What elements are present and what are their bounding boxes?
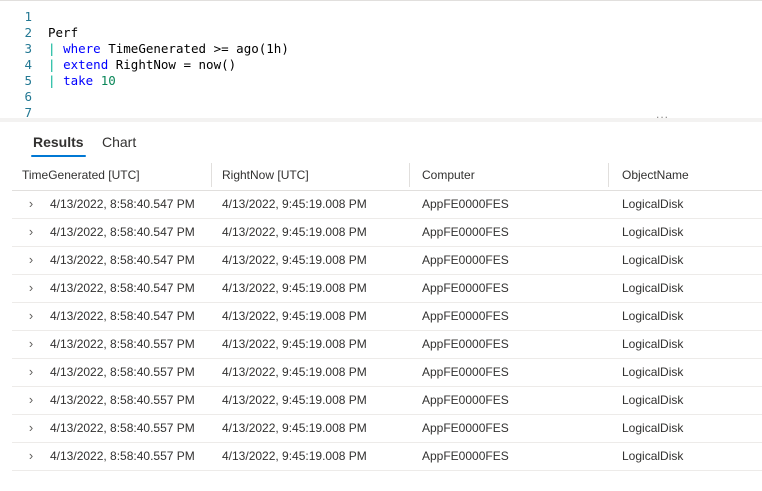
cell-computer: AppFE0000FES (422, 253, 509, 267)
code-token: | (48, 57, 64, 72)
query-editor[interactable]: 1 2 Perf 3 | where TimeGenerated >= ago(1h) 4… (0, 0, 762, 120)
cell-timegenerated: 4/13/2022, 8:58:40.557 PM (50, 393, 195, 407)
column-divider[interactable] (608, 163, 609, 187)
cell-timegenerated: 4/13/2022, 8:58:40.547 PM (50, 197, 195, 211)
cell-objectname: LogicalDisk (622, 197, 684, 211)
cell-computer: AppFE0000FES (422, 449, 509, 463)
table-row[interactable]: › 4/13/2022, 8:58:40.557 PM 4/13/2022, 9:4… (12, 387, 762, 415)
more-options-icon[interactable]: ... (656, 108, 669, 120)
chevron-right-icon[interactable]: › (24, 191, 38, 218)
cell-computer: AppFE0000FES (422, 421, 509, 435)
cell-rightnow: 4/13/2022, 9:45:19.008 PM (222, 393, 367, 407)
line-number: 6 (24, 89, 32, 104)
cell-computer: AppFE0000FES (422, 281, 509, 295)
cell-computer: AppFE0000FES (422, 365, 509, 379)
cell-objectname: LogicalDisk (622, 393, 684, 407)
cell-timegenerated: 4/13/2022, 8:58:40.547 PM (50, 281, 195, 295)
table-row[interactable]: › 4/13/2022, 8:58:40.547 PM 4/13/2022, 9:4… (12, 191, 762, 219)
cell-rightnow: 4/13/2022, 9:45:19.008 PM (222, 281, 367, 295)
code-text: | extend RightNow = now() (48, 57, 236, 73)
line-number: 3 (24, 41, 32, 56)
table-row[interactable]: › 4/13/2022, 8:58:40.547 PM 4/13/2022, 9:4… (12, 219, 762, 247)
cell-rightnow: 4/13/2022, 9:45:19.008 PM (222, 197, 367, 211)
cell-rightnow: 4/13/2022, 9:45:19.008 PM (222, 449, 367, 463)
cell-rightnow: 4/13/2022, 9:45:19.008 PM (222, 421, 367, 435)
table-row[interactable]: › 4/13/2022, 8:58:40.547 PM 4/13/2022, 9:4… (12, 275, 762, 303)
code-token: | (48, 41, 64, 56)
editor-splitter[interactable] (0, 118, 762, 122)
results-grid: TimeGenerated [UTC] RightNow [UTC] Compu… (12, 160, 762, 471)
cell-objectname: LogicalDisk (622, 337, 684, 351)
code-token: extend (63, 57, 109, 72)
cell-objectname: LogicalDisk (622, 253, 684, 267)
grid-body: › 4/13/2022, 8:58:40.547 PM 4/13/2022, 9:4… (12, 191, 762, 471)
chevron-right-icon[interactable]: › (24, 443, 38, 470)
cell-rightnow: 4/13/2022, 9:45:19.008 PM (222, 337, 367, 351)
code-token: RightNow = now() (108, 57, 237, 72)
cell-rightnow: 4/13/2022, 9:45:19.008 PM (222, 225, 367, 239)
line-number: 5 (24, 73, 32, 88)
cell-rightnow: 4/13/2022, 9:45:19.008 PM (222, 365, 367, 379)
cell-rightnow: 4/13/2022, 9:45:19.008 PM (222, 309, 367, 323)
cell-objectname: LogicalDisk (622, 225, 684, 239)
code-text: Perf (48, 25, 78, 41)
cell-computer: AppFE0000FES (422, 337, 509, 351)
code-token: Perf (48, 25, 79, 40)
chevron-right-icon[interactable]: › (24, 219, 38, 246)
code-token: where (63, 41, 101, 56)
code-token: TimeGenerated >= ago(1h) (100, 41, 289, 56)
chevron-right-icon[interactable]: › (24, 275, 38, 302)
line-number: 2 (24, 25, 32, 40)
table-row[interactable]: › 4/13/2022, 8:58:40.557 PM 4/13/2022, 9:4… (12, 443, 762, 471)
cell-timegenerated: 4/13/2022, 8:58:40.557 PM (50, 365, 195, 379)
cell-timegenerated: 4/13/2022, 8:58:40.547 PM (50, 225, 195, 239)
code-text: | where TimeGenerated >= ago(1h) (48, 41, 289, 57)
tab-results[interactable]: Results (31, 128, 86, 157)
chevron-right-icon[interactable]: › (24, 331, 38, 358)
cell-timegenerated: 4/13/2022, 8:58:40.557 PM (50, 337, 195, 351)
cell-timegenerated: 4/13/2022, 8:58:40.557 PM (50, 449, 195, 463)
chevron-right-icon[interactable]: › (24, 247, 38, 274)
code-token: | (48, 73, 64, 88)
table-row[interactable]: › 4/13/2022, 8:58:40.547 PM 4/13/2022, 9:4… (12, 247, 762, 275)
chevron-right-icon[interactable]: › (24, 303, 38, 330)
grid-header: TimeGenerated [UTC] RightNow [UTC] Compu… (12, 160, 762, 191)
column-header-rightnow[interactable]: RightNow [UTC] (212, 160, 412, 190)
cell-computer: AppFE0000FES (422, 309, 509, 323)
column-header-objectname[interactable]: ObjectName (612, 160, 762, 190)
chevron-right-icon[interactable]: › (24, 359, 38, 386)
cell-computer: AppFE0000FES (422, 197, 509, 211)
cell-timegenerated: 4/13/2022, 8:58:40.547 PM (50, 253, 195, 267)
line-number: 1 (24, 9, 32, 24)
column-header-computer[interactable]: Computer (412, 160, 612, 190)
chevron-right-icon[interactable]: › (24, 387, 38, 414)
column-divider[interactable] (409, 163, 410, 187)
tab-chart[interactable]: Chart (102, 128, 136, 156)
cell-timegenerated: 4/13/2022, 8:58:40.547 PM (50, 309, 195, 323)
code-text: | take 10 (48, 73, 116, 89)
cell-computer: AppFE0000FES (422, 393, 509, 407)
line-number: 4 (24, 57, 32, 72)
table-row[interactable]: › 4/13/2022, 8:58:40.557 PM 4/13/2022, 9:4… (12, 359, 762, 387)
cell-objectname: LogicalDisk (622, 309, 684, 323)
cell-objectname: LogicalDisk (622, 281, 684, 295)
chevron-right-icon[interactable]: › (24, 415, 38, 442)
table-row[interactable]: › 4/13/2022, 8:58:40.547 PM 4/13/2022, 9:4… (12, 303, 762, 331)
cell-rightnow: 4/13/2022, 9:45:19.008 PM (222, 253, 367, 267)
table-row[interactable]: › 4/13/2022, 8:58:40.557 PM 4/13/2022, 9:4… (12, 331, 762, 359)
table-row[interactable]: › 4/13/2022, 8:58:40.557 PM 4/13/2022, 9:4… (12, 415, 762, 443)
cell-objectname: LogicalDisk (622, 365, 684, 379)
code-token: 10 (100, 73, 116, 88)
column-header-timegenerated[interactable]: TimeGenerated [UTC] (12, 160, 212, 190)
cell-objectname: LogicalDisk (622, 449, 684, 463)
code-token: take (63, 73, 94, 88)
cell-timegenerated: 4/13/2022, 8:58:40.557 PM (50, 421, 195, 435)
cell-objectname: LogicalDisk (622, 421, 684, 435)
cell-computer: AppFE0000FES (422, 225, 509, 239)
